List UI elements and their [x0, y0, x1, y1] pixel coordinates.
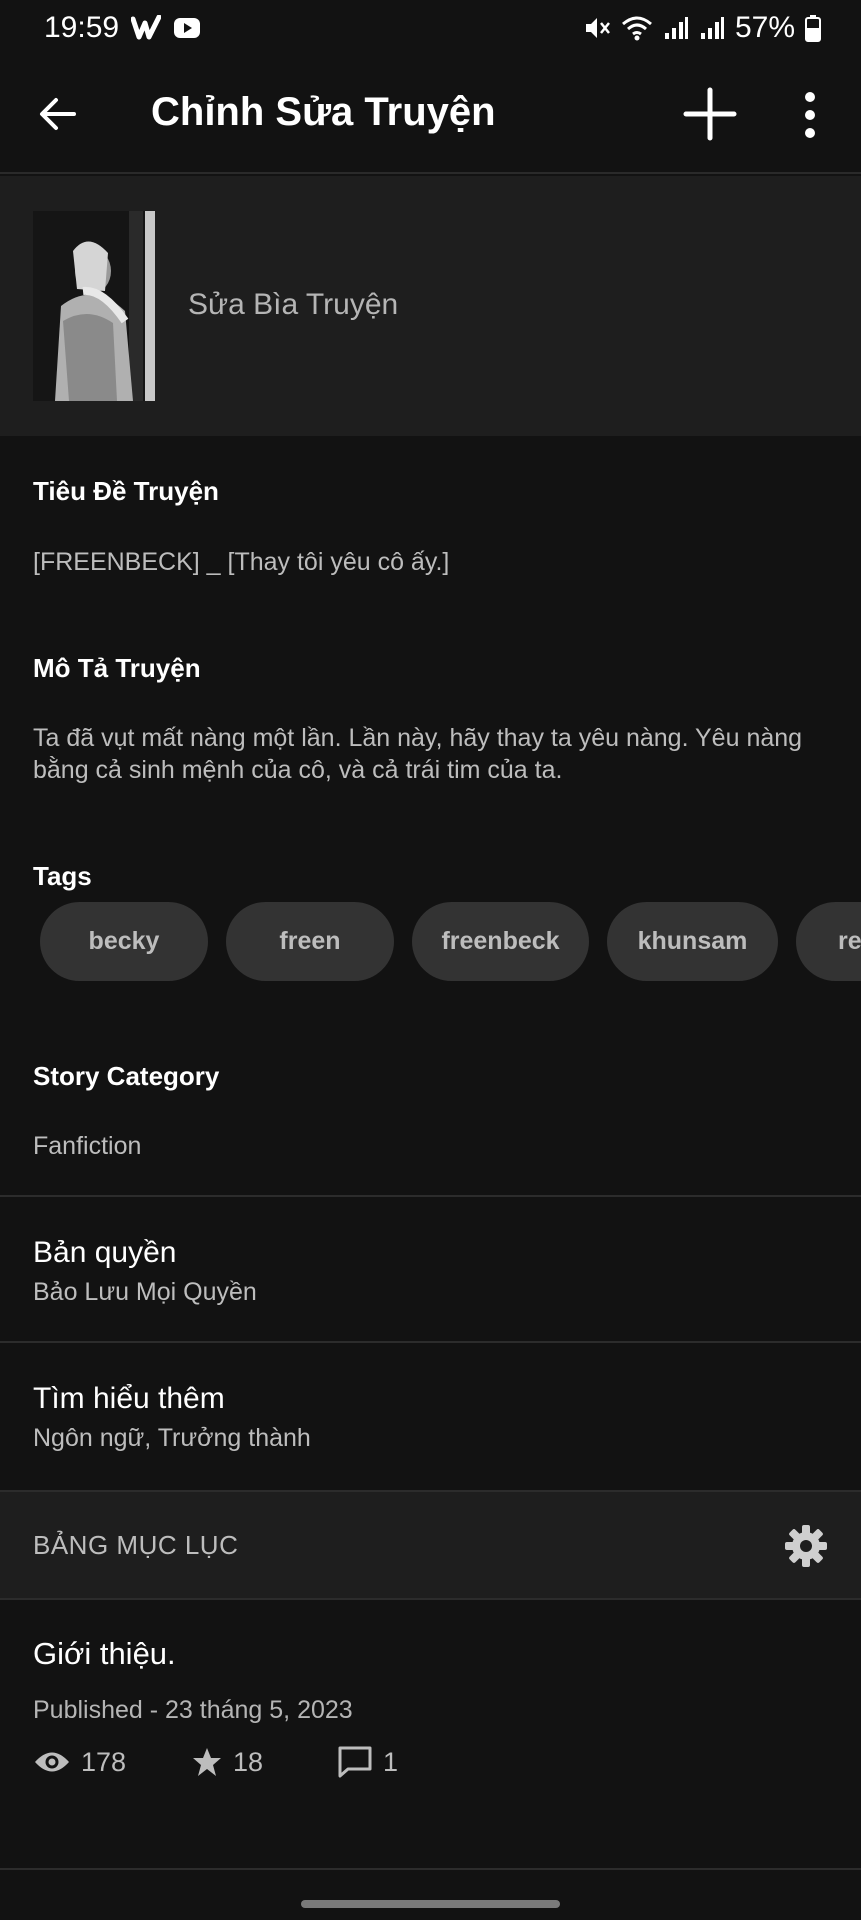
edit-cover-label[interactable]: Sửa Bìa Truyện — [188, 288, 398, 322]
divider — [0, 1195, 861, 1197]
signal-icon-2 — [699, 15, 725, 41]
youtube-notification-icon — [173, 15, 201, 41]
description-value[interactable]: Ta đã vụt mất nàng một lần. Lần này, hãy… — [33, 722, 823, 786]
more-options-icon[interactable] — [796, 90, 824, 140]
chapter-stats: 178 18 1 — [33, 1745, 398, 1779]
chapter-title[interactable]: Giới thiệu. — [33, 1636, 176, 1672]
story-title-label: Tiêu Đề Truyện — [33, 476, 219, 506]
battery-percent: 57% — [734, 11, 795, 44]
home-indicator[interactable] — [301, 1900, 560, 1908]
comments-stat: 1 — [337, 1745, 398, 1779]
tag-list: becky freen freenbeck khunsam reb — [40, 902, 861, 981]
tag-chip[interactable]: reb — [796, 902, 861, 981]
status-bar: 19:59 57% — [0, 0, 861, 56]
tag-chip[interactable]: freenbeck — [412, 902, 589, 981]
description-label: Mô Tả Truyện — [33, 653, 201, 683]
category-value[interactable]: Fanfiction — [33, 1130, 823, 1162]
eye-icon — [35, 1752, 69, 1772]
story-cover-image[interactable] — [33, 211, 155, 401]
learn-more-title[interactable]: Tìm hiểu thêm — [33, 1382, 225, 1416]
table-of-contents-header: BẢNG MỤC LỤC — [0, 1490, 861, 1600]
wattpad-notification-icon — [131, 15, 162, 41]
category-label: Story Category — [33, 1061, 220, 1091]
tags-label: Tags — [33, 861, 92, 891]
views-stat: 178 — [33, 1747, 191, 1778]
mute-icon — [583, 14, 611, 42]
copyright-title[interactable]: Bản quyền — [33, 1236, 176, 1270]
votes-stat: 18 — [191, 1746, 337, 1778]
votes-count: 18 — [233, 1746, 264, 1777]
add-icon[interactable] — [682, 86, 738, 142]
divider — [0, 1868, 861, 1870]
signal-icon — [663, 15, 689, 41]
learn-more-value[interactable]: Ngôn ngữ, Trưởng thành — [33, 1424, 311, 1453]
battery-icon — [805, 14, 821, 42]
views-count: 178 — [81, 1746, 127, 1777]
tag-chip[interactable]: becky — [40, 902, 208, 981]
star-icon — [193, 1748, 221, 1776]
story-title-value[interactable]: [FREENBECK] _ [Thay tôi yêu cô ấy.] — [33, 546, 823, 578]
app-bar: Chỉnh Sửa Truyện — [0, 56, 861, 174]
table-of-contents-label: BẢNG MỤC LỤC — [33, 1530, 239, 1560]
gear-icon[interactable] — [784, 1524, 828, 1568]
chapter-published-date: Published - 23 tháng 5, 2023 — [33, 1696, 353, 1724]
status-time: 19:59 — [44, 11, 120, 44]
wifi-icon — [621, 14, 653, 42]
comment-icon — [338, 1746, 372, 1778]
back-arrow-icon[interactable] — [36, 92, 80, 136]
divider — [0, 1341, 861, 1343]
tag-chip[interactable]: khunsam — [607, 902, 778, 981]
edit-cover-row[interactable]: Sửa Bìa Truyện — [0, 176, 861, 436]
tag-chip[interactable]: freen — [226, 902, 394, 981]
page-title: Chỉnh Sửa Truyện — [151, 90, 496, 134]
comments-count: 1 — [383, 1746, 399, 1777]
copyright-value[interactable]: Bảo Lưu Mọi Quyền — [33, 1278, 257, 1307]
